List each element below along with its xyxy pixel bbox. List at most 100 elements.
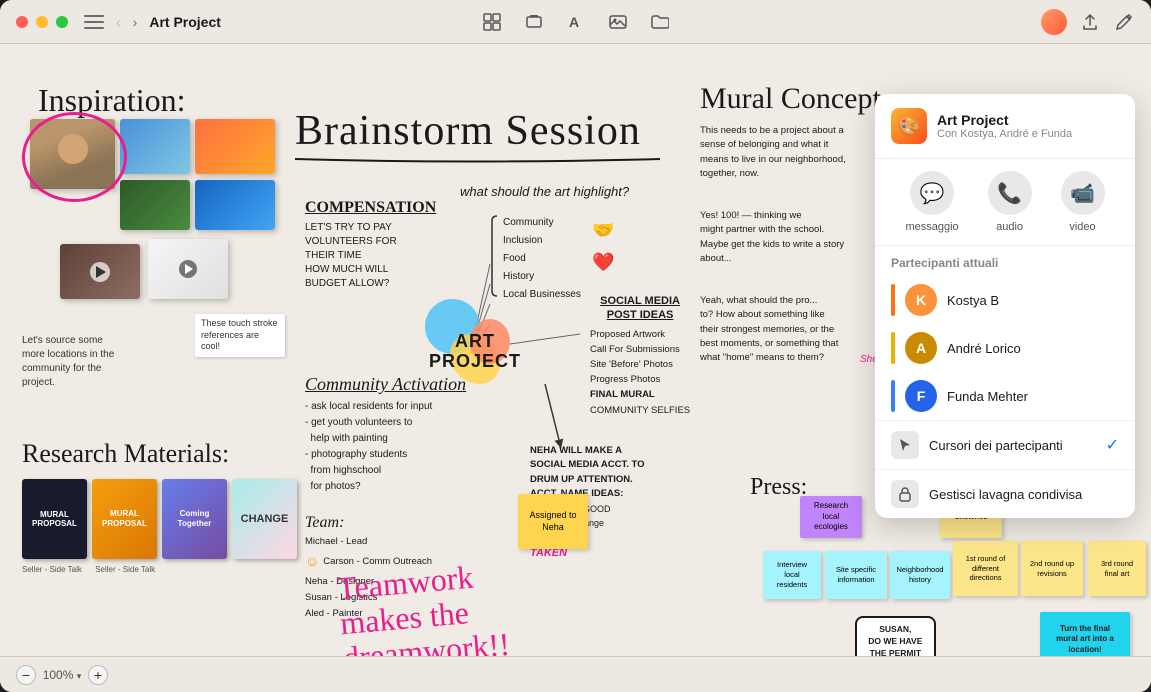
social-media-title: SOCIAL MEDIAPOST IDEAS	[590, 294, 690, 323]
toolbar-right	[1041, 9, 1135, 35]
photo-2	[120, 119, 190, 174]
funda-color-bar	[891, 380, 895, 412]
photo-5	[195, 180, 275, 230]
sticky-neighborhood: Neighborhoodhistory	[890, 551, 950, 599]
andre-avatar: A	[905, 332, 937, 364]
brainstorm-title: Brainstorm Session	[295, 102, 641, 161]
participant-andre[interactable]: A André Lorico	[875, 324, 1135, 372]
photo-1	[30, 119, 115, 189]
window-controls	[16, 16, 68, 28]
panel-app-icon: 🎨	[891, 108, 927, 144]
main-window: ‹ › Art Project	[0, 0, 1151, 692]
mural-concepts-text3: Yeah, what should the pro...to? How abou…	[700, 294, 838, 365]
susan-note: SUSAN,DO WE HAVETHE PERMITPAPERWORK?	[855, 616, 936, 656]
minimize-button[interactable]	[36, 16, 48, 28]
share-icon[interactable]	[1079, 11, 1101, 33]
sticky-3rdround: 3rd roundfinal art	[1088, 541, 1146, 596]
participant-kostya[interactable]: K Kostya B	[875, 276, 1135, 324]
kostya-color-bar	[891, 284, 895, 316]
sticky-2ndround: 2nd round uprevisions	[1021, 541, 1083, 596]
manage-label: Gestisci lavagna condivisa	[929, 487, 1082, 502]
audio-label: audio	[996, 221, 1023, 233]
book-change: CHANGE	[232, 479, 297, 559]
back-arrow[interactable]: ‹	[112, 12, 125, 32]
svg-text:A: A	[569, 14, 579, 30]
message-action[interactable]: 💬 messaggio	[905, 171, 958, 233]
sticky-1stround: 1st round ofdifferentdirections	[953, 541, 1018, 596]
message-label: messaggio	[905, 221, 958, 233]
grid-icon[interactable]	[481, 11, 503, 33]
sidebar-toggle[interactable]	[84, 15, 104, 29]
nav-arrows: ‹ ›	[112, 12, 141, 32]
manage-option[interactable]: Gestisci lavagna condivisa	[875, 469, 1135, 518]
social-media-list: Proposed Artwork Call For Submissions Si…	[590, 327, 690, 418]
sticky-research: Research localecologies	[800, 496, 862, 538]
funda-name: Funda Mehter	[947, 389, 1028, 404]
sticky-interview: Interviewlocal residents	[763, 551, 821, 599]
close-button[interactable]	[16, 16, 28, 28]
user-avatar[interactable]	[1041, 9, 1067, 35]
video-action[interactable]: 📹 video	[1061, 171, 1105, 233]
audio-action[interactable]: 📞 audio	[988, 171, 1032, 233]
photo-note: These touch stroke references are cool!	[195, 314, 285, 357]
photo-4	[120, 180, 190, 230]
compensation-title: COMPENSATION	[305, 199, 436, 217]
message-icon: 💬	[910, 171, 954, 215]
panel-title: Art Project	[937, 112, 1072, 128]
mural-concepts-text2: Yes! 100! — thinking wemight partner wit…	[700, 209, 844, 266]
zoom-level[interactable]: 100% ▾	[42, 668, 82, 682]
panel-header: 🎨 Art Project Con Kostya, André e Funda	[875, 94, 1135, 159]
folder-icon[interactable]	[649, 11, 671, 33]
cursor-icon	[891, 431, 919, 459]
social-media-section: SOCIAL MEDIAPOST IDEAS Proposed Artwork …	[590, 294, 690, 418]
compensation-section: COMPENSATION LET'S TRY TO PAYVOLUNTEERS …	[305, 199, 436, 291]
canvas-area[interactable]: Inspiration: Thes	[0, 44, 1151, 656]
video-icon: 📹	[1061, 171, 1105, 215]
compensation-text: LET'S TRY TO PAYVOLUNTEERS FORTHEIR TIME…	[305, 221, 436, 291]
research-materials-title: Research Materials:	[22, 439, 229, 469]
andre-name: André Lorico	[947, 341, 1021, 356]
zoom-plus-button[interactable]: +	[88, 665, 108, 685]
audio-icon: 📞	[988, 171, 1032, 215]
action-buttons: 💬 messaggio 📞 audio 📹 video	[875, 159, 1135, 246]
participants-section-label: Partecipanti attuali	[875, 246, 1135, 276]
zoom-controls: − 100% ▾ +	[16, 665, 108, 685]
kostya-avatar: K	[905, 284, 937, 316]
team-label: Team:	[305, 514, 432, 532]
photo-3	[195, 119, 275, 174]
art-project-center: ARTPROJECT	[415, 294, 535, 409]
image-icon[interactable]	[607, 11, 629, 33]
teamwork-text: Teamworkmakes thedreamwork!!	[336, 557, 512, 656]
community-text: Let's source some more locations in the …	[22, 334, 122, 390]
video-thumbnail-2	[148, 239, 228, 299]
cursors-label: Cursori dei partecipanti	[929, 438, 1063, 453]
inspiration-title: Inspiration:	[38, 82, 186, 119]
highlight-question: what should the art highlight?	[460, 184, 629, 199]
forward-arrow[interactable]: ›	[129, 12, 142, 32]
assigned-sticky: Assigned to Neha	[518, 494, 588, 549]
window-title: Art Project	[149, 14, 221, 30]
mural-concepts-text: This needs to be a project about asense …	[700, 124, 846, 181]
layers-icon[interactable]	[523, 11, 545, 33]
book-1: MURAL PROPOSAL	[22, 479, 87, 559]
panel-subtitle: Con Kostya, André e Funda	[937, 128, 1072, 140]
book-3: ComingTogether	[162, 479, 227, 559]
video-thumbnail	[60, 244, 140, 299]
book-labels: Seller - Side Talk Seller - Side Talk	[22, 564, 155, 575]
book-2: MURALPROPOSAL	[92, 479, 157, 559]
cursors-checkmark: ✓	[1106, 435, 1119, 455]
sticky-location: Turn the finalmural art into alocation!	[1040, 612, 1130, 656]
titlebar: ‹ › Art Project	[0, 0, 1151, 44]
edit-icon[interactable]	[1113, 11, 1135, 33]
zoom-minus-button[interactable]: −	[16, 665, 36, 685]
andre-color-bar	[891, 332, 895, 364]
maximize-button[interactable]	[56, 16, 68, 28]
statusbar: − 100% ▾ +	[0, 656, 1151, 692]
kostya-name: Kostya B	[947, 293, 999, 308]
lock-icon	[891, 480, 919, 508]
video-label: video	[1069, 221, 1095, 233]
cursors-option[interactable]: Cursori dei partecipanti ✓	[875, 420, 1135, 469]
press-label: Press:	[750, 474, 807, 501]
text-icon[interactable]: A	[565, 11, 587, 33]
participant-funda[interactable]: F Funda Mehter	[875, 372, 1135, 420]
